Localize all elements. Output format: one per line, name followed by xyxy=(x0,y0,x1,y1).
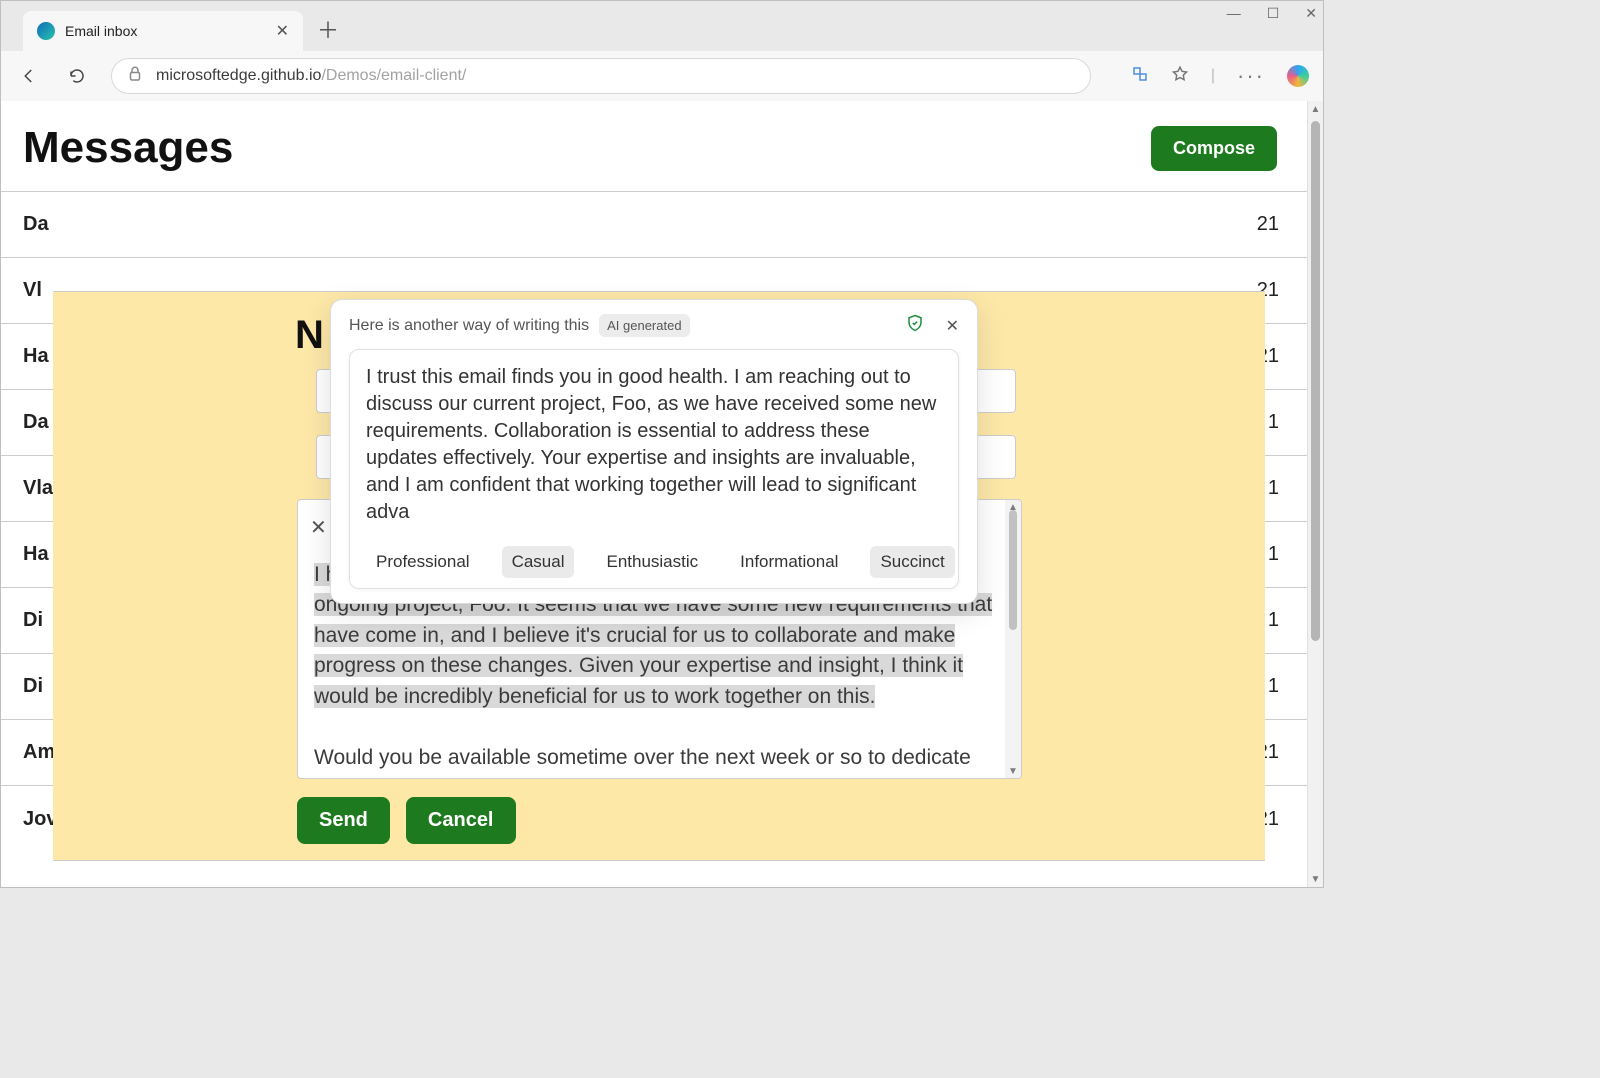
ai-popup-title: Here is another way of writing this xyxy=(349,317,589,335)
compose-button[interactable]: Compose xyxy=(1151,126,1277,171)
tone-casual[interactable]: Casual xyxy=(502,546,575,578)
page-scrollbar[interactable]: ▲ ▼ xyxy=(1307,101,1323,887)
site-lock-icon xyxy=(126,65,144,88)
ai-generated-badge: AI generated xyxy=(599,314,689,337)
browser-tab[interactable]: Email inbox ✕ xyxy=(23,11,303,51)
viewport: ▲ ▼ Messages Compose Da 21 Vl 21 xyxy=(1,101,1323,887)
window-maximize-button[interactable]: ☐ xyxy=(1267,5,1280,22)
new-tab-button[interactable]: ＋ xyxy=(317,13,339,45)
scroll-down-icon[interactable]: ▼ xyxy=(1005,764,1021,778)
page: Messages Compose Da 21 Vl 21 Ha 21 xyxy=(1,101,1307,887)
more-menu-button[interactable]: ··· xyxy=(1237,63,1265,89)
titlebar: Email inbox ✕ ＋ xyxy=(1,1,1323,51)
tone-enthusiastic[interactable]: Enthusiastic xyxy=(596,546,708,578)
cancel-button[interactable]: Cancel xyxy=(406,797,516,844)
url-input[interactable]: microsoftedge.github.io/Demos/email-clie… xyxy=(111,58,1091,94)
ai-suggestion-card[interactable]: I trust this email finds you in good hea… xyxy=(349,349,959,589)
scroll-down-icon[interactable]: ▼ xyxy=(1308,871,1323,887)
shield-icon[interactable] xyxy=(906,314,924,337)
tone-selector: Professional Casual Enthusiastic Informa… xyxy=(366,540,942,578)
compose-actions: Send Cancel xyxy=(297,797,516,844)
refresh-button[interactable] xyxy=(63,62,91,90)
editor-text-rest: Would you be available sometime over the… xyxy=(314,746,971,779)
tab-title: Email inbox xyxy=(65,23,276,39)
collections-icon[interactable] xyxy=(1131,65,1149,88)
toolbar-right: | ··· xyxy=(1131,63,1309,89)
page-header: Messages Compose xyxy=(1,101,1307,191)
window-minimize-button[interactable]: — xyxy=(1227,5,1241,22)
url-text: microsoftedge.github.io/Demos/email-clie… xyxy=(156,67,466,85)
page-title: Messages xyxy=(23,123,233,173)
tone-succinct[interactable]: Succinct xyxy=(870,546,954,578)
tab-close-button[interactable]: ✕ xyxy=(276,21,289,41)
send-button[interactable]: Send xyxy=(297,797,390,844)
ai-popup-header: Here is another way of writing this AI g… xyxy=(349,314,959,337)
tone-informational[interactable]: Informational xyxy=(730,546,848,578)
date: 21 xyxy=(1129,213,1279,236)
browser-window: — ☐ ✕ Email inbox ✕ ＋ microsoftedge.gith… xyxy=(0,0,1324,888)
scroll-thumb[interactable] xyxy=(1311,121,1320,641)
edge-favicon-icon xyxy=(37,22,55,40)
address-bar: microsoftedge.github.io/Demos/email-clie… xyxy=(1,51,1323,101)
message-row[interactable]: Da 21 xyxy=(1,192,1307,258)
scroll-up-icon[interactable]: ▲ xyxy=(1308,101,1323,117)
window-close-button[interactable]: ✕ xyxy=(1305,5,1317,22)
ai-rewrite-popup: Here is another way of writing this AI g… xyxy=(330,299,978,604)
toolbar-separator: | xyxy=(1211,67,1215,85)
copilot-icon[interactable] xyxy=(1287,65,1309,87)
back-button[interactable] xyxy=(15,62,43,90)
window-controls: — ☐ ✕ xyxy=(1227,5,1317,22)
scroll-thumb[interactable] xyxy=(1009,510,1017,630)
close-icon[interactable]: ✕ xyxy=(946,316,959,336)
tone-professional[interactable]: Professional xyxy=(366,546,480,578)
cmdbar-close-button[interactable]: ✕ xyxy=(310,515,327,540)
sender: Da xyxy=(23,213,243,236)
favorite-star-icon[interactable] xyxy=(1171,65,1189,88)
compose-heading: N xyxy=(295,313,324,358)
editor-scrollbar[interactable]: ▲ ▼ xyxy=(1005,500,1021,778)
ai-suggestion-text: I trust this email finds you in good hea… xyxy=(366,364,942,526)
